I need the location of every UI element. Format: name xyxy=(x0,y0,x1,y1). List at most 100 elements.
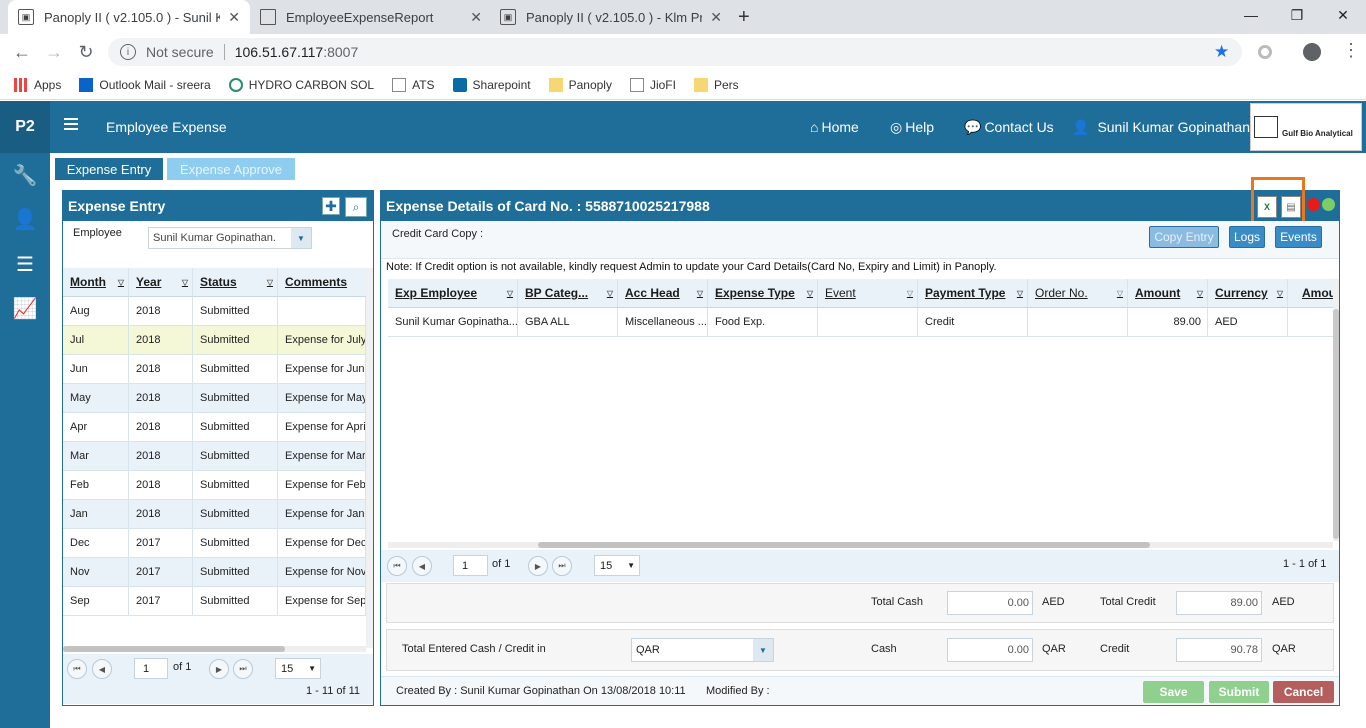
submit-button[interactable]: Submit xyxy=(1209,681,1269,703)
table-row[interactable]: Aug 2018 Submitted xyxy=(63,297,366,326)
right-hscrollbar[interactable] xyxy=(388,542,1333,548)
right-page-size[interactable]: 15 ▼ xyxy=(594,555,640,576)
bookmark-hydrocarbon[interactable]: HYDRO CARBON SOL xyxy=(228,77,374,92)
table-row[interactable]: Sunil Kumar Gopinatha... GBA ALL Miscell… xyxy=(388,308,1334,337)
next-page-icon[interactable]: ▶ xyxy=(209,659,229,679)
col-status[interactable]: Status ▽ xyxy=(193,268,278,296)
close-window-icon[interactable]: ✕ xyxy=(1320,0,1366,30)
table-row[interactable]: Feb 2018 Submitted Expense for Feb xyxy=(63,471,366,500)
chevron-down-icon[interactable]: ▽ xyxy=(182,278,188,287)
left-page-size[interactable]: 15 ▼ xyxy=(275,658,321,679)
chevron-down-icon[interactable]: ▽ xyxy=(1017,289,1023,298)
last-page-icon[interactable]: ⏭ xyxy=(552,556,572,576)
first-page-icon[interactable]: ⏮ xyxy=(67,659,87,679)
first-page-icon[interactable]: ⏮ xyxy=(387,556,407,576)
excel-export-icon[interactable]: X xyxy=(1257,196,1277,218)
chevron-down-icon[interactable]: ▽ xyxy=(267,278,273,287)
close-tab-icon[interactable]: ✕ xyxy=(710,9,722,26)
table-row[interactable]: Jan 2018 Submitted Expense for Jan xyxy=(63,500,366,529)
chevron-down-icon[interactable]: ▽ xyxy=(807,289,813,298)
chevron-down-icon[interactable]: ▼ xyxy=(291,228,311,248)
info-icon[interactable]: i xyxy=(120,44,136,60)
table-row[interactable]: Nov 2017 Submitted Expense for Nov xyxy=(63,558,366,587)
cancel-button[interactable]: Cancel xyxy=(1273,681,1334,703)
bookmark-outlook[interactable]: Outlook Mail - sreera xyxy=(79,77,211,92)
table-row[interactable]: Jul 2018 Submitted Expense for July xyxy=(63,326,366,355)
menu-dots-icon[interactable]: ⋮ xyxy=(1342,40,1360,61)
user-menu[interactable]: 👤 Sunil Kumar Gopinathan xyxy=(1072,101,1250,153)
left-vscrollbar[interactable] xyxy=(366,268,373,648)
pdf-export-icon[interactable]: ▤ xyxy=(1281,196,1301,218)
col-year[interactable]: Year ▽ xyxy=(129,268,193,296)
status-red-icon[interactable] xyxy=(1307,198,1320,211)
col-month[interactable]: Month ▽ xyxy=(63,268,129,296)
status-green-icon[interactable] xyxy=(1322,198,1335,211)
chevron-down-icon[interactable]: ▼ xyxy=(308,664,316,673)
chevron-down-icon[interactable]: ▼ xyxy=(627,561,635,570)
add-expense-icon[interactable]: ✚ xyxy=(322,197,340,215)
table-row[interactable]: Apr 2018 Submitted Expense for April xyxy=(63,413,366,442)
left-hscrollbar[interactable] xyxy=(63,646,366,652)
extension-icon[interactable] xyxy=(1258,45,1272,59)
bookmark-pers[interactable]: Pers xyxy=(693,77,739,92)
col-amount[interactable]: Amount ▽ xyxy=(1128,279,1208,307)
tab-expense-entry[interactable]: Expense Entry xyxy=(55,158,163,180)
person-icon[interactable]: 👤 xyxy=(13,207,38,231)
nav-contact[interactable]: 💬 Contact Us xyxy=(964,101,1054,153)
trend-chart-icon[interactable]: 📈 xyxy=(13,296,38,320)
reload-icon[interactable]: ↻ xyxy=(74,40,98,64)
col-payment-type[interactable]: Payment Type ▽ xyxy=(918,279,1028,307)
browser-tab-1[interactable]: ▣ Panoply II ( v2.105.0 ) - Sunil Kum ✕ xyxy=(8,0,250,34)
col-acc-head[interactable]: Acc Head ▽ xyxy=(618,279,708,307)
chevron-down-icon[interactable]: ▽ xyxy=(1197,289,1203,298)
col-order-no[interactable]: Order No. ▽ xyxy=(1028,279,1128,307)
col-event[interactable]: Event ▽ xyxy=(818,279,918,307)
hamburger-menu-icon[interactable] xyxy=(64,118,78,130)
bookmark-apps[interactable]: Apps xyxy=(14,77,61,92)
table-row[interactable]: Sep 2017 Submitted Expense for Sept xyxy=(63,587,366,616)
close-tab-icon[interactable]: ✕ xyxy=(470,9,482,26)
prev-page-icon[interactable]: ◀ xyxy=(412,556,432,576)
prev-page-icon[interactable]: ◀ xyxy=(92,659,112,679)
total-credit-field[interactable]: 89.00 xyxy=(1176,591,1262,615)
total-cash-field[interactable]: 0.00 xyxy=(947,591,1033,615)
back-icon[interactable]: ← xyxy=(10,40,34,64)
cash-field[interactable]: 0.00 xyxy=(947,638,1033,662)
tab-expense-approve[interactable]: Expense Approve xyxy=(167,158,295,180)
chevron-down-icon[interactable]: ▽ xyxy=(1277,289,1283,298)
profile-icon[interactable] xyxy=(1303,43,1321,61)
col-currency[interactable]: Currency ▽ xyxy=(1208,279,1288,307)
new-tab-button[interactable]: + xyxy=(738,6,750,29)
database-icon[interactable]: ☰ xyxy=(13,252,37,276)
col-bp-category[interactable]: BP Categ... ▽ xyxy=(518,279,618,307)
omnibox[interactable]: i Not secure 106.51.67.117 :8007 xyxy=(108,38,1242,66)
wrench-icon[interactable]: 🔧 xyxy=(13,163,38,187)
browser-tab-3[interactable]: ▣ Panoply II ( v2.105.0 ) - Klm Prasa ✕ xyxy=(490,0,732,34)
col-expense-type[interactable]: Expense Type ▽ xyxy=(708,279,818,307)
nav-help[interactable]: ◎ Help xyxy=(890,101,934,153)
col-amount-2[interactable]: Amou xyxy=(1288,279,1334,307)
app-logo[interactable]: P2 xyxy=(0,101,50,153)
maximize-icon[interactable]: ❐ xyxy=(1274,0,1320,30)
save-button[interactable]: Save xyxy=(1143,681,1204,703)
search-icon[interactable]: ⌕ xyxy=(345,197,367,217)
chevron-down-icon[interactable]: ▽ xyxy=(697,289,703,298)
left-page-input[interactable]: 1 xyxy=(134,658,168,679)
chevron-down-icon[interactable]: ▼ xyxy=(753,639,773,661)
forward-icon[interactable]: → xyxy=(42,40,66,64)
chevron-down-icon[interactable]: ▽ xyxy=(907,289,913,298)
browser-tab-2[interactable]: EmployeeExpenseReport ✕ xyxy=(250,0,492,34)
bookmark-ats[interactable]: ATS xyxy=(392,77,435,92)
copy-entry-button[interactable]: Copy Entry xyxy=(1149,226,1219,248)
chevron-down-icon[interactable]: ▽ xyxy=(607,289,613,298)
col-comments[interactable]: Comments xyxy=(278,268,366,296)
entered-currency-select[interactable]: QAR ▼ xyxy=(631,638,774,662)
events-button[interactable]: Events xyxy=(1275,226,1322,248)
employee-select[interactable]: Sunil Kumar Gopinathan. ▼ xyxy=(148,227,312,249)
bookmark-jiofi[interactable]: JioFI xyxy=(629,77,676,92)
logs-button[interactable]: Logs xyxy=(1229,226,1265,248)
bookmark-panoply[interactable]: Panoply xyxy=(548,77,612,92)
minimize-icon[interactable]: — xyxy=(1228,0,1274,30)
last-page-icon[interactable]: ⏭ xyxy=(233,659,253,679)
table-row[interactable]: May 2018 Submitted Expense for May xyxy=(63,384,366,413)
